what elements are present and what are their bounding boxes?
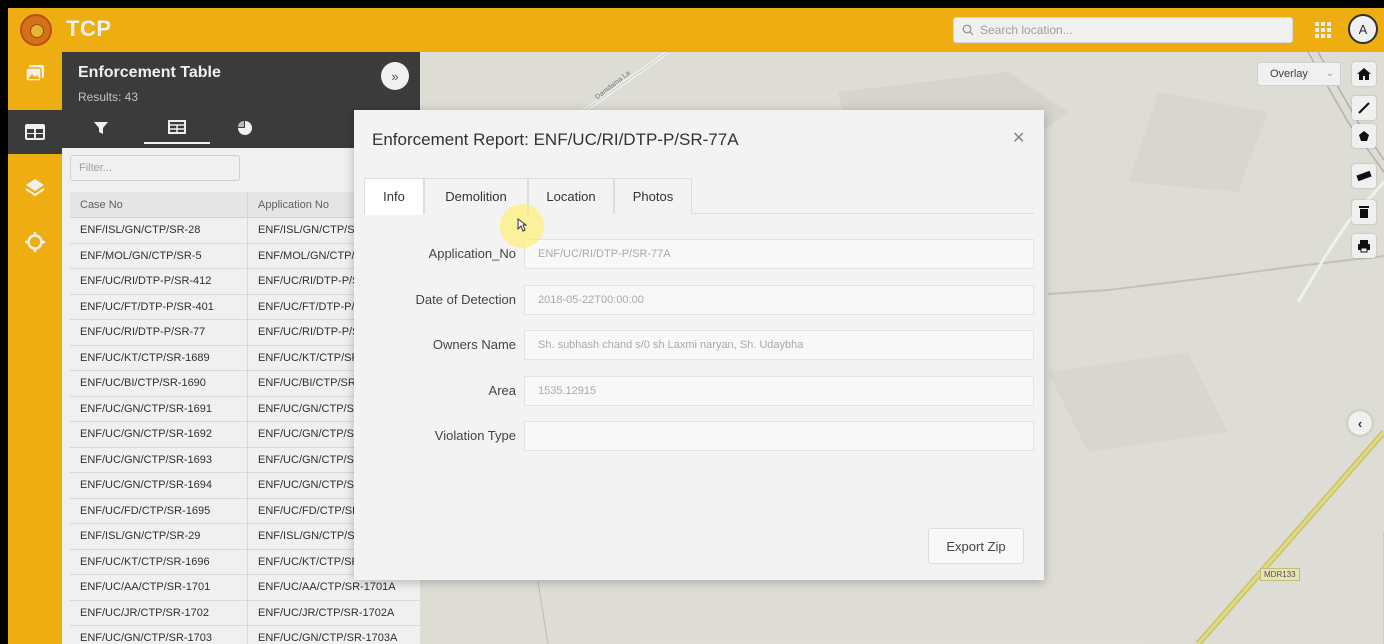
top-bar: TCP A	[8, 8, 1384, 52]
expand-side-button[interactable]: ‹	[1348, 411, 1372, 435]
left-rail	[8, 52, 62, 644]
road-label-mdr133: MDR133	[1260, 568, 1300, 581]
case-no-cell: ENF/UC/AA/CTP/SR-1701	[70, 575, 248, 600]
case-no-cell: ENF/MOL/GN/CTP/SR-5	[70, 243, 248, 268]
case-no-cell: ENF/UC/GN/CTP/SR-1692	[70, 422, 248, 447]
table-icon	[25, 124, 45, 140]
field-label-area: Area	[488, 383, 516, 398]
case-no-cell: ENF/UC/KT/CTP/SR-1696	[70, 549, 248, 574]
draw-line-button[interactable]	[1352, 96, 1376, 120]
field-label-application-no: Application_No	[428, 246, 516, 261]
double-chevron-right-icon: »	[391, 68, 399, 84]
close-icon[interactable]: ✕	[1012, 128, 1025, 148]
overlay-select[interactable]: Overlay ⌄	[1257, 62, 1341, 86]
collapse-panel-button[interactable]: »	[381, 62, 409, 90]
rail-gallery-button[interactable]	[8, 52, 62, 96]
tab-table[interactable]	[144, 112, 210, 144]
polygon-icon	[1359, 131, 1369, 141]
app-title: TCP	[66, 16, 112, 41]
enforcement-report-dialog: Enforcement Report: ENF/UC/RI/DTP-P/SR-7…	[354, 110, 1044, 580]
field-label-violation-type: Violation Type	[434, 428, 516, 443]
chevron-down-icon: ⌄	[1325, 68, 1334, 79]
ruler-icon	[1356, 171, 1372, 181]
rail-locate-button[interactable]	[8, 220, 62, 264]
search-input[interactable]	[980, 23, 1270, 37]
column-header-case-no[interactable]: Case No	[70, 192, 248, 217]
case-no-cell: ENF/UC/GN/CTP/SR-1693	[70, 447, 248, 472]
home-button[interactable]	[1352, 62, 1376, 86]
home-icon	[1357, 68, 1371, 80]
rail-table-button[interactable]	[8, 110, 62, 154]
table-icon	[168, 120, 186, 134]
case-no-cell: ENF/UC/BI/CTP/SR-1690	[70, 371, 248, 396]
field-violation-type[interactable]	[524, 421, 1034, 451]
case-no-cell: ENF/UC/JR/CTP/SR-1702	[70, 600, 248, 625]
draw-polygon-button[interactable]	[1352, 124, 1376, 148]
table-row[interactable]: ENF/UC/GN/CTP/SR-1703 ENF/UC/GN/CTP/SR-17…	[70, 626, 420, 644]
pie-chart-icon	[238, 121, 252, 135]
search-icon	[962, 24, 974, 36]
application-no-cell: ENF/UC/JR/CTP/SR-1702A	[258, 606, 395, 619]
case-no-cell: ENF/ISL/GN/CTP/SR-29	[70, 524, 248, 549]
field-area[interactable]: 1535.12915	[524, 376, 1034, 406]
field-date-of-detection[interactable]: 2018-05-22T00:00:00	[524, 285, 1034, 315]
layers-icon	[25, 179, 45, 197]
printer-icon	[1358, 240, 1370, 253]
chevron-left-icon: ‹	[1357, 415, 1363, 431]
case-no-cell: ENF/ISL/GN/CTP/SR-28	[70, 218, 248, 243]
crosshair-icon	[25, 232, 45, 252]
application-no-cell: ENF/UC/GN/CTP/SR-1703A	[258, 632, 398, 644]
case-no-cell: ENF/UC/RI/DTP-P/SR-77	[70, 320, 248, 345]
line-icon	[1358, 102, 1370, 114]
tab-photos[interactable]: Photos	[614, 178, 692, 214]
mouse-cursor-icon	[517, 218, 527, 232]
overlay-select-value: Overlay	[1270, 68, 1308, 80]
field-label-owners-name: Owners Name	[432, 337, 516, 352]
case-no-cell: ENF/UC/GN/CTP/SR-1694	[70, 473, 248, 498]
filter-input[interactable]	[70, 155, 240, 181]
tab-filter[interactable]	[68, 112, 134, 144]
field-application-no[interactable]: ENF/UC/RI/DTP-P/SR-77A	[524, 239, 1034, 269]
field-owners-name[interactable]: Sh. subhash chand s/0 sh Laxmi naryan, S…	[524, 330, 1034, 360]
print-button[interactable]	[1352, 234, 1376, 258]
case-no-cell: ENF/UC/FD/CTP/SR-1695	[70, 498, 248, 523]
export-zip-button[interactable]: Export Zip	[928, 528, 1024, 564]
rail-layers-button[interactable]	[8, 166, 62, 210]
tab-chart[interactable]	[212, 112, 278, 144]
trash-icon	[1359, 206, 1369, 218]
case-no-cell: ENF/UC/KT/CTP/SR-1689	[70, 345, 248, 370]
dialog-tabs: Info Demolition Location Photos	[364, 178, 1034, 215]
measure-button[interactable]	[1352, 164, 1376, 188]
dialog-title: Enforcement Report: ENF/UC/RI/DTP-P/SR-7…	[372, 130, 739, 149]
table-row[interactable]: ENF/UC/JR/CTP/SR-1702 ENF/UC/JR/CTP/SR-17…	[70, 600, 420, 626]
apps-grid-icon[interactable]	[1314, 21, 1332, 39]
case-no-cell: ENF/UC/GN/CTP/SR-1703	[70, 626, 248, 644]
app-frame: Damdama La MDR133 TCP A	[8, 8, 1384, 644]
tab-location[interactable]: Location	[528, 178, 614, 214]
case-no-cell: ENF/UC/FT/DTP-P/SR-401	[70, 294, 248, 319]
results-count: Results: 43	[78, 90, 139, 104]
case-no-cell: ENF/UC/RI/DTP-P/SR-412	[70, 269, 248, 294]
panel-title: Enforcement Table	[78, 64, 221, 81]
field-label-date-of-detection: Date of Detection	[415, 292, 516, 307]
delete-button[interactable]	[1352, 200, 1376, 224]
search-box[interactable]	[953, 17, 1293, 43]
case-no-cell: ENF/UC/GN/CTP/SR-1691	[70, 396, 248, 421]
gallery-icon	[25, 65, 44, 82]
filter-icon	[94, 122, 108, 134]
tab-info[interactable]: Info	[364, 178, 424, 215]
user-avatar[interactable]: A	[1348, 14, 1378, 44]
tcp-logo	[20, 14, 52, 46]
